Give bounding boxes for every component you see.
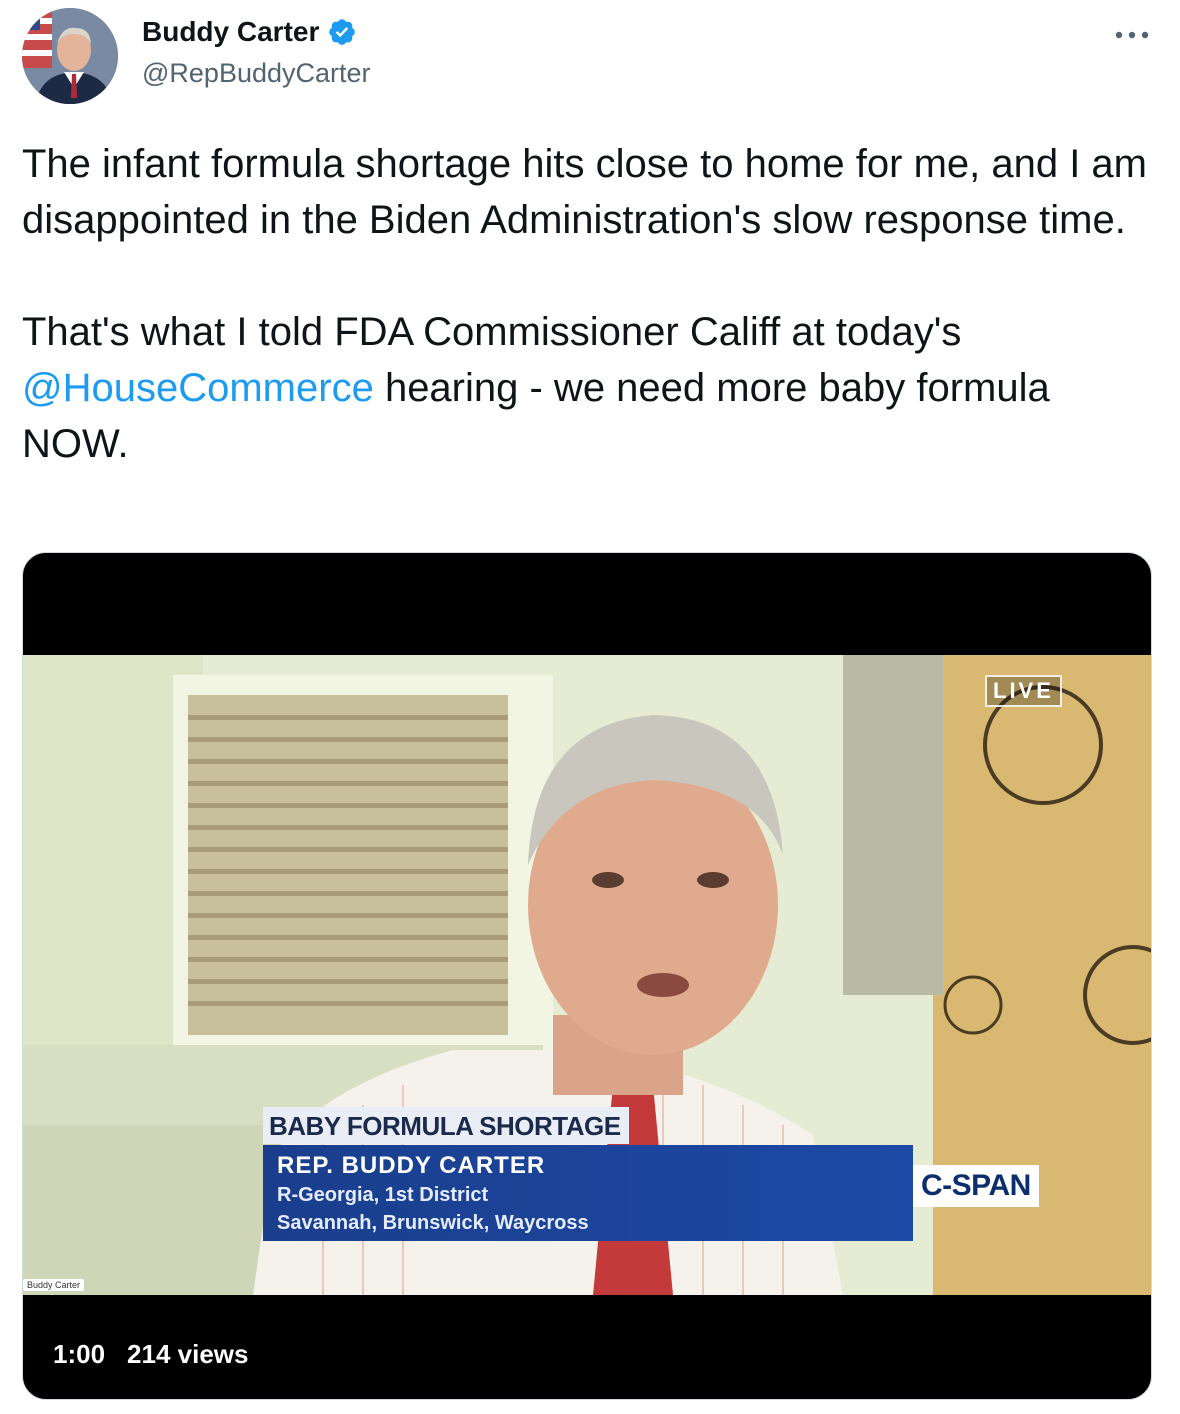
- video-player[interactable]: LIVE BABY FORMULA SHORTAGE REP. BUDDY CA…: [22, 552, 1152, 1400]
- author-handle[interactable]: @RepBuddyCarter: [142, 58, 371, 89]
- author-avatar[interactable]: [22, 8, 118, 104]
- author-name-text: Buddy Carter: [142, 16, 320, 47]
- tweet-paragraph-2: That's what I told FDA Commissioner Cali…: [22, 304, 1152, 472]
- tweet-text: The infant formula shortage hits close t…: [22, 136, 1152, 472]
- video-duration: 1:00: [53, 1339, 106, 1369]
- lower-third-name: REP. BUDDY CARTER: [277, 1152, 546, 1179]
- banner-title: BABY FORMULA SHORTAGE: [263, 1107, 629, 1144]
- video-meta: 1:00 214 views: [53, 1339, 248, 1370]
- more-options-icon: [1115, 31, 1149, 39]
- verified-badge-icon: [327, 17, 357, 47]
- live-badge: LIVE: [985, 675, 1062, 707]
- lower-third-cities: Savannah, Brunswick, Waycross: [277, 1212, 589, 1234]
- video-view-count: 214 views: [127, 1339, 249, 1369]
- mention-link[interactable]: @HouseCommerce: [22, 366, 374, 410]
- participant-name-tag: Buddy Carter: [23, 1279, 85, 1291]
- video-frame[interactable]: LIVE BABY FORMULA SHORTAGE REP. BUDDY CA…: [23, 655, 1151, 1295]
- avatar-image: [22, 8, 118, 104]
- cspan-logo: C-SPAN: [913, 1165, 1039, 1207]
- author-name[interactable]: Buddy Carter: [142, 16, 357, 48]
- tweet-text-segment: That's what I told FDA Commissioner Cali…: [22, 310, 962, 354]
- lower-third-district: R-Georgia, 1st District: [277, 1184, 489, 1206]
- lower-third-caption: REP. BUDDY CARTER R-Georgia, 1st Distric…: [263, 1145, 913, 1241]
- tweet-paragraph-1: The infant formula shortage hits close t…: [22, 142, 1147, 242]
- more-options-button[interactable]: [1112, 20, 1152, 50]
